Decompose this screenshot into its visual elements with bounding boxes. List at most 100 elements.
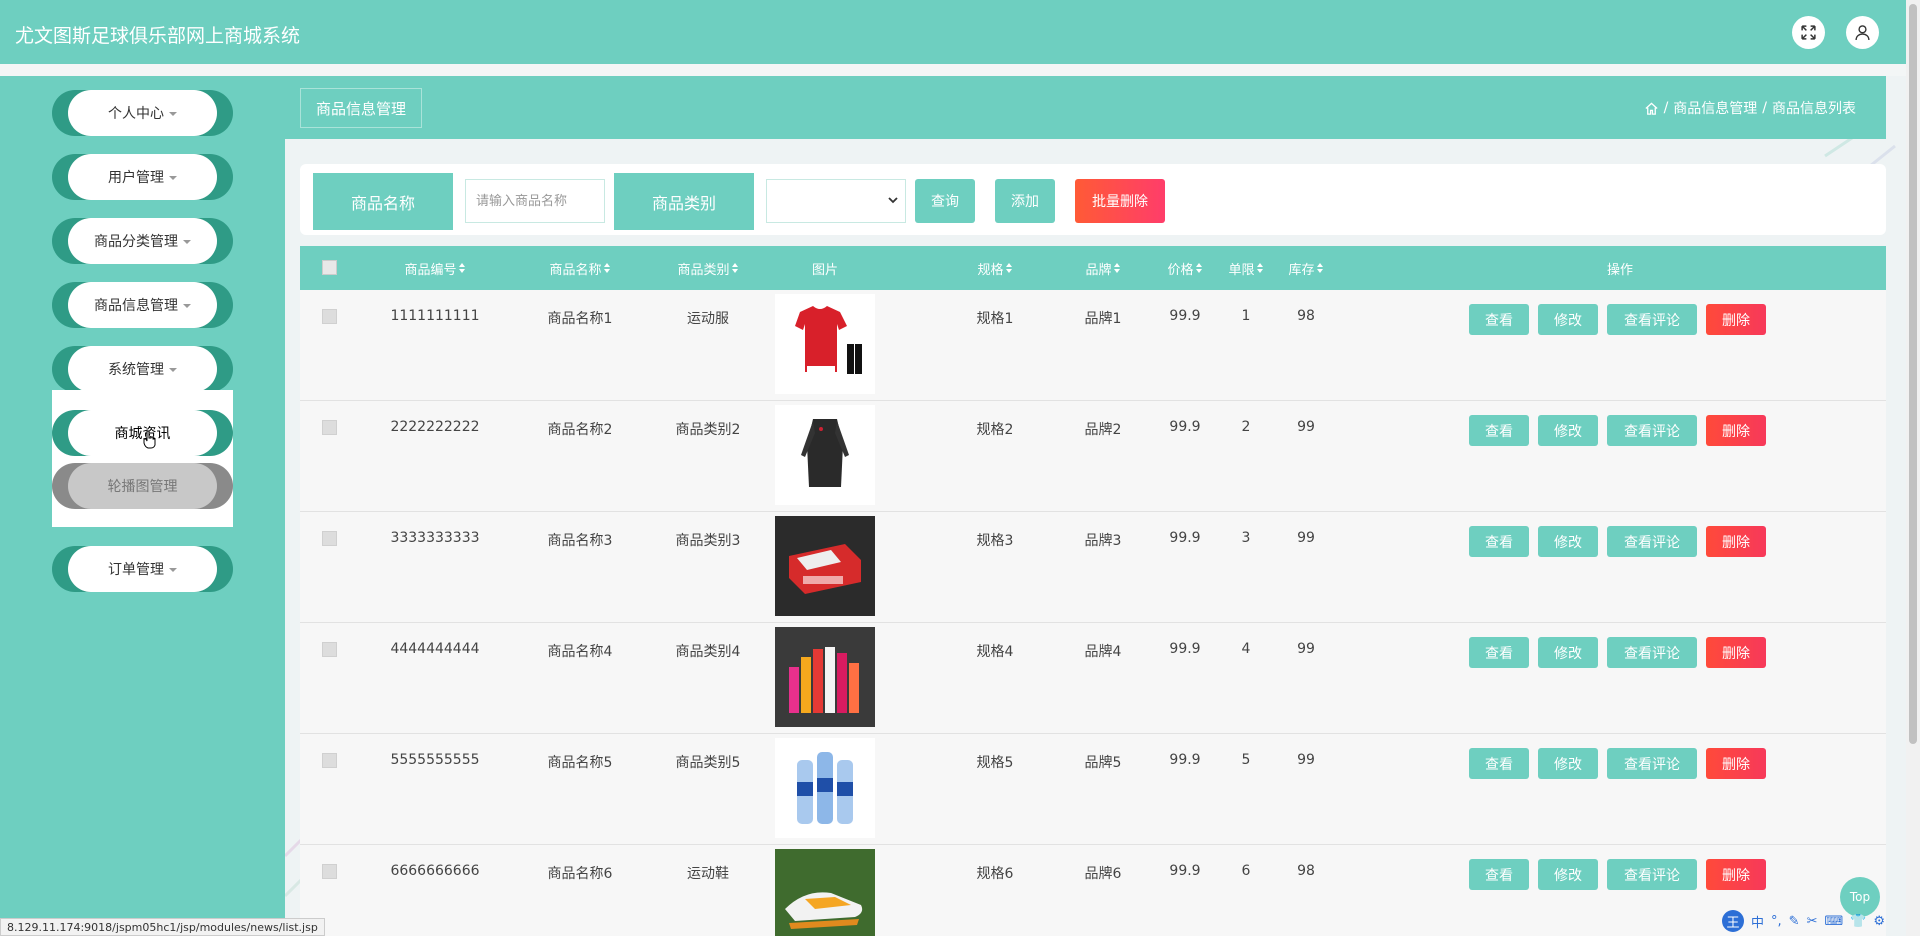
sidebar: 个人中心 用户管理 商品分类管理 商品信息管理 系统管理 商城资讯 轮播图管理 … [0, 76, 285, 936]
product-category-label: 商品类别 [614, 173, 754, 230]
product-name: 商品名称4 [547, 644, 613, 660]
edit-button[interactable]: 修改 [1538, 859, 1598, 890]
row-checkbox[interactable] [322, 531, 337, 546]
add-button[interactable]: 添加 [995, 179, 1055, 223]
ime-logo-icon[interactable]: 王 [1722, 910, 1744, 932]
delete-button[interactable]: 删除 [1706, 748, 1766, 779]
edit-button[interactable]: 修改 [1538, 304, 1598, 335]
system-submenu: 商城资讯 轮播图管理 [52, 390, 233, 527]
product-limit: 5 [1241, 752, 1251, 768]
shirt-icon[interactable]: 👕 [1850, 914, 1866, 929]
edit-button[interactable]: 修改 [1538, 748, 1598, 779]
pen-icon[interactable]: ✎ [1789, 914, 1800, 929]
column-header-brand[interactable]: 品牌 [1073, 246, 1133, 290]
edit-button[interactable]: 修改 [1538, 415, 1598, 446]
page-title: 商品信息管理 [300, 88, 423, 128]
sort-icon [603, 263, 611, 273]
row-checkbox[interactable] [322, 642, 337, 657]
delete-button[interactable]: 删除 [1706, 859, 1766, 890]
product-price: 99.9 [1169, 530, 1201, 546]
view-comments-button[interactable]: 查看评论 [1607, 526, 1697, 557]
home-icon[interactable] [1644, 101, 1659, 116]
column-header-category[interactable]: 商品类别 [648, 246, 768, 290]
view-button[interactable]: 查看 [1469, 304, 1529, 335]
row-checkbox[interactable] [322, 864, 337, 879]
column-header-stock[interactable]: 库存 [1276, 246, 1336, 290]
table-row: 5555555555 商品名称5 商品类别5 规格5 品牌5 99.9 5 99… [300, 734, 1886, 845]
submenu-item-label: 轮播图管理 [68, 463, 217, 509]
scrollbar-thumb[interactable] [1909, 4, 1917, 744]
product-price: 99.9 [1169, 308, 1201, 324]
query-button[interactable]: 查询 [915, 179, 975, 223]
caret-down-icon [169, 112, 177, 116]
view-button[interactable]: 查看 [1469, 415, 1529, 446]
batch-delete-button[interactable]: 批量删除 [1075, 179, 1165, 223]
column-header-name[interactable]: 商品名称 [520, 246, 640, 290]
column-header-spec[interactable]: 规格 [965, 246, 1025, 290]
table-row: 6666666666 商品名称6 运动鞋 规格6 品牌6 99.9 6 98 查… [300, 845, 1886, 936]
sidebar-item-order-management[interactable]: 订单管理 [52, 546, 233, 592]
scissors-icon[interactable]: ✂ [1807, 914, 1818, 929]
view-comments-button[interactable]: 查看评论 [1607, 415, 1697, 446]
product-limit: 2 [1241, 419, 1251, 435]
ime-toolbar: 王 中 °, ✎ ✂ ⌨ 👕 ⚙ [1722, 908, 1906, 934]
product-spec: 规格1 [976, 311, 1014, 327]
view-button[interactable]: 查看 [1469, 859, 1529, 890]
delete-button[interactable]: 删除 [1706, 526, 1766, 557]
hand-cursor-icon [143, 430, 156, 449]
view-comments-button[interactable]: 查看评论 [1607, 304, 1697, 335]
product-name-input[interactable] [465, 179, 605, 223]
view-comments-button[interactable]: 查看评论 [1607, 748, 1697, 779]
gear-icon[interactable]: ⚙ [1873, 914, 1885, 929]
product-stock: 99 [1297, 419, 1315, 435]
sidebar-item-system-management[interactable]: 系统管理 [52, 346, 233, 392]
product-brand: 品牌2 [1084, 422, 1122, 438]
app-title: 尤文图斯足球俱乐部网上商城系统 [15, 25, 301, 47]
keyboard-icon[interactable]: ⌨ [1824, 914, 1843, 929]
sidebar-item-product-management[interactable]: 商品信息管理 [52, 282, 233, 328]
product-stock: 98 [1297, 863, 1315, 879]
view-button[interactable]: 查看 [1469, 637, 1529, 668]
product-category: 商品类别3 [675, 533, 741, 549]
column-header-limit[interactable]: 单限 [1216, 246, 1276, 290]
sidebar-item-category-management[interactable]: 商品分类管理 [52, 218, 233, 264]
breadcrumb-separator: / [1762, 100, 1767, 116]
fullscreen-button[interactable] [1792, 16, 1825, 49]
product-code: 3333333333 [390, 530, 480, 546]
column-header-code[interactable]: 商品编号 [375, 246, 495, 290]
user-profile-button[interactable] [1846, 16, 1879, 49]
table-row: 3333333333 商品名称3 商品类别3 规格3 品牌3 99.9 3 99… [300, 512, 1886, 623]
punctuation-icon[interactable]: °, [1771, 914, 1782, 929]
view-button[interactable]: 查看 [1469, 748, 1529, 779]
product-price: 99.9 [1169, 752, 1201, 768]
product-name: 商品名称3 [547, 533, 613, 549]
edit-button[interactable]: 修改 [1538, 526, 1598, 557]
edit-button[interactable]: 修改 [1538, 637, 1598, 668]
product-code: 5555555555 [390, 752, 480, 768]
delete-button[interactable]: 删除 [1706, 304, 1766, 335]
product-image-drink-bottles [775, 627, 875, 727]
row-checkbox[interactable] [322, 420, 337, 435]
product-image-red-jersey [775, 294, 875, 394]
view-button[interactable]: 查看 [1469, 526, 1529, 557]
view-comments-button[interactable]: 查看评论 [1607, 859, 1697, 890]
row-checkbox[interactable] [322, 753, 337, 768]
delete-button[interactable]: 删除 [1706, 415, 1766, 446]
row-checkbox[interactable] [322, 309, 337, 324]
breadcrumb-item-product-management[interactable]: 商品信息管理 [1673, 98, 1757, 118]
product-category-select[interactable] [766, 179, 906, 223]
delete-button[interactable]: 删除 [1706, 637, 1766, 668]
sidebar-item-personal-center[interactable]: 个人中心 [52, 90, 233, 136]
product-code: 4444444444 [390, 641, 480, 657]
search-panel: 商品名称 商品类别 查询 添加 批量删除 [300, 164, 1886, 235]
sidebar-item-user-management[interactable]: 用户管理 [52, 154, 233, 200]
submenu-item-carousel[interactable]: 轮播图管理 [52, 463, 233, 509]
product-name: 商品名称1 [547, 311, 613, 327]
table-row: 2222222222 商品名称2 商品类别2 规格2 品牌2 99.9 2 99… [300, 401, 1886, 512]
page-scrollbar[interactable] [1906, 0, 1920, 936]
column-header-price[interactable]: 价格 [1155, 246, 1215, 290]
product-name: 商品名称2 [547, 422, 613, 438]
select-all-checkbox[interactable] [322, 260, 337, 275]
view-comments-button[interactable]: 查看评论 [1607, 637, 1697, 668]
ime-mode[interactable]: 中 [1751, 912, 1764, 931]
